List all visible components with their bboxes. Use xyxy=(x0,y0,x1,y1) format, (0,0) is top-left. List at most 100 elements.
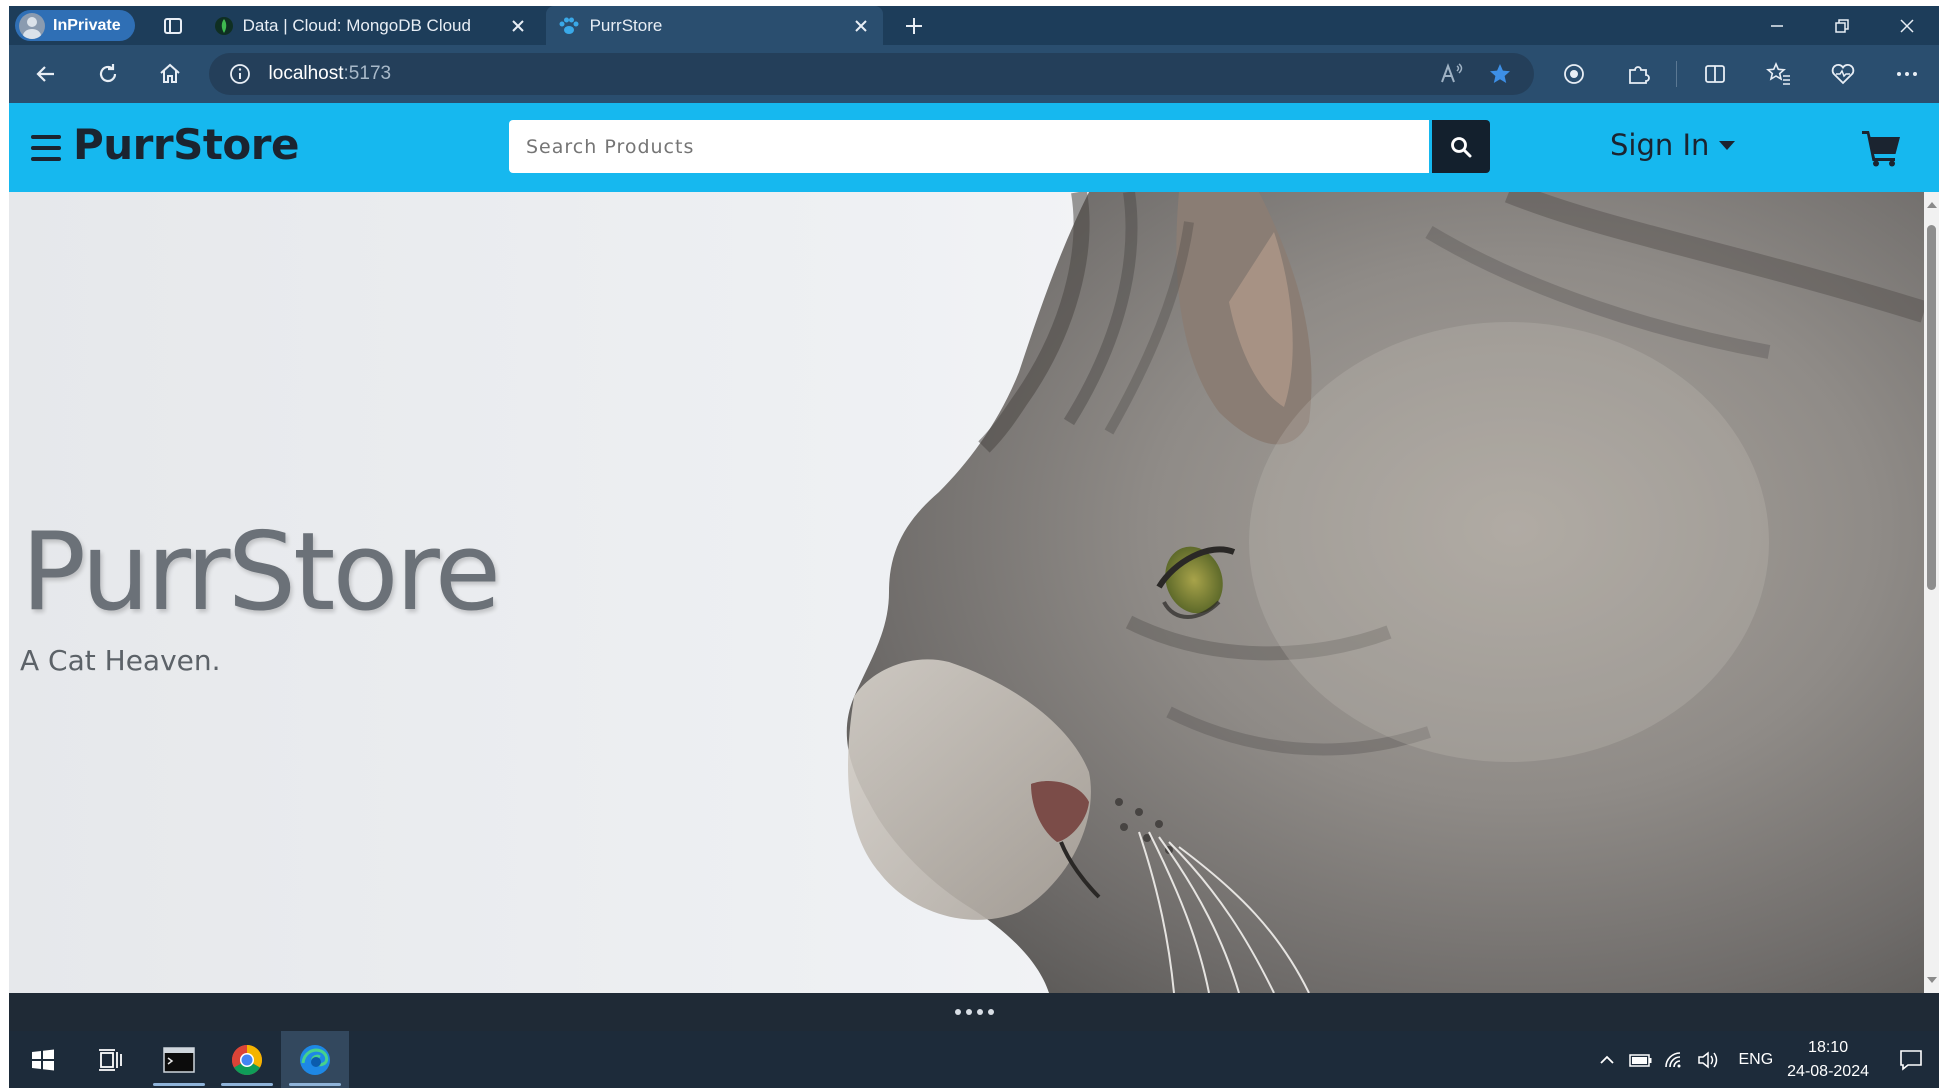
tab-title: Data | Cloud: MongoDB Cloud xyxy=(242,15,471,35)
toolbar-separator xyxy=(1676,61,1677,87)
search-products-input[interactable] xyxy=(509,120,1429,173)
search-icon xyxy=(1451,136,1472,157)
puzzle-icon xyxy=(1629,66,1650,84)
browser-toolbar: localhost:5173 xyxy=(9,45,1939,103)
start-button[interactable] xyxy=(9,1031,77,1088)
heart-pulse-icon xyxy=(1831,63,1855,85)
caret-down-icon xyxy=(1719,140,1736,150)
chrome-icon xyxy=(231,1044,263,1075)
tab-title: PurrStore xyxy=(589,15,663,35)
tab-actions-icon xyxy=(163,17,182,34)
profile-avatar-icon xyxy=(19,12,45,39)
minimize-button[interactable] xyxy=(1744,6,1809,45)
taskbar-clock[interactable]: 18:10 24-08-2024 xyxy=(1787,1036,1869,1084)
taskbar-chrome[interactable] xyxy=(213,1031,281,1088)
taskbar-edge[interactable] xyxy=(281,1031,349,1088)
handle-dot xyxy=(976,1009,983,1015)
tracking-prevention-button[interactable] xyxy=(1542,54,1606,94)
hero-banner: PurrStore A Cat Heaven. xyxy=(9,192,1924,993)
inprivate-label: InPrivate xyxy=(53,16,121,34)
window-controls xyxy=(1744,6,1939,45)
clock-time: 18:10 xyxy=(1808,1038,1849,1056)
clock-date: 24-08-2024 xyxy=(1787,1062,1869,1080)
close-window-button[interactable] xyxy=(1874,6,1939,45)
paw-icon xyxy=(559,17,579,34)
refresh-icon xyxy=(99,64,116,83)
sign-in-label: Sign In xyxy=(1610,128,1710,162)
battery-button[interactable] xyxy=(1624,1052,1658,1068)
url-text[interactable]: localhost:5173 xyxy=(269,63,392,85)
hero-subtitle: A Cat Heaven. xyxy=(20,644,221,677)
page-scrollbar[interactable] xyxy=(1924,192,1939,993)
windows-taskbar: ENG 18:10 24-08-2024 xyxy=(9,1031,1939,1088)
target-icon xyxy=(1564,64,1584,84)
hamburger-line xyxy=(31,157,61,161)
task-view-button[interactable] xyxy=(77,1031,145,1088)
system-tray: ENG 18:10 24-08-2024 xyxy=(1590,1031,1939,1088)
home-icon xyxy=(159,63,180,83)
split-screen-button[interactable] xyxy=(1683,54,1747,94)
close-tab-button[interactable] xyxy=(508,16,528,36)
url-port: :5173 xyxy=(343,63,392,84)
new-tab-button[interactable] xyxy=(895,10,933,41)
back-arrow-icon xyxy=(36,66,54,82)
split-screen-icon xyxy=(1705,65,1725,83)
settings-more-button[interactable] xyxy=(1875,54,1939,94)
more-dots-icon xyxy=(1897,72,1917,76)
site-info-icon[interactable] xyxy=(229,63,251,85)
notification-center-button[interactable] xyxy=(1883,1049,1939,1071)
browser-tab-strip: InPrivate Data | Cloud: MongoDB Cloud Pu… xyxy=(9,6,1939,45)
close-icon xyxy=(1899,18,1914,33)
battery-icon xyxy=(1629,1053,1652,1067)
handle-dot xyxy=(965,1009,972,1015)
tab-mongodb[interactable]: Data | Cloud: MongoDB Cloud xyxy=(203,6,540,45)
terminal-icon xyxy=(163,1046,195,1073)
tab-actions-button[interactable] xyxy=(151,10,195,41)
search-button[interactable] xyxy=(1432,120,1490,173)
scroll-down-arrow-icon[interactable] xyxy=(1927,977,1937,983)
resize-handle-bar[interactable] xyxy=(9,993,1939,1031)
edge-icon xyxy=(300,1044,330,1075)
language-indicator[interactable]: ENG xyxy=(1738,1051,1773,1069)
read-aloud-icon[interactable] xyxy=(1440,63,1464,85)
chevron-up-icon xyxy=(1600,1055,1615,1064)
minimize-icon xyxy=(1770,24,1783,27)
restore-button[interactable] xyxy=(1809,6,1874,45)
volume-button[interactable] xyxy=(1692,1050,1726,1070)
menu-hamburger-icon[interactable] xyxy=(31,135,61,161)
refresh-button[interactable] xyxy=(85,54,131,94)
wifi-button[interactable] xyxy=(1658,1051,1692,1069)
url-host: localhost xyxy=(268,63,344,84)
mongodb-leaf-icon xyxy=(214,16,233,35)
back-button[interactable] xyxy=(23,54,69,94)
web-page: PurrStore Sign In xyxy=(9,103,1939,993)
handle-dot xyxy=(954,1009,961,1015)
taskbar-terminal[interactable] xyxy=(145,1031,213,1088)
site-brand-logo[interactable]: PurrStore xyxy=(73,120,300,169)
hamburger-line xyxy=(31,146,61,150)
close-tab-button[interactable] xyxy=(851,16,871,36)
sign-in-dropdown[interactable]: Sign In xyxy=(1610,128,1736,162)
favorites-button[interactable] xyxy=(1747,54,1811,94)
site-navbar: PurrStore Sign In xyxy=(9,103,1939,192)
plus-icon xyxy=(905,17,922,34)
screen: InPrivate Data | Cloud: MongoDB Cloud Pu… xyxy=(0,0,1947,1088)
shopping-cart-icon[interactable] xyxy=(1861,129,1901,167)
restore-icon xyxy=(1834,18,1849,33)
extensions-button[interactable] xyxy=(1606,54,1670,94)
start-icon xyxy=(32,1049,54,1070)
notification-icon xyxy=(1900,1049,1922,1071)
scroll-up-arrow-icon[interactable] xyxy=(1927,202,1937,208)
tab-purrstore[interactable]: PurrStore xyxy=(545,6,883,45)
scrollbar-thumb[interactable] xyxy=(1927,225,1936,590)
inprivate-profile-button[interactable]: InPrivate xyxy=(15,10,135,41)
browser-essentials-button[interactable] xyxy=(1811,54,1875,94)
volume-icon xyxy=(1698,1050,1718,1069)
favorite-star-icon[interactable] xyxy=(1488,62,1512,86)
hamburger-line xyxy=(31,135,61,139)
address-bar[interactable]: localhost:5173 xyxy=(208,53,1534,95)
handle-dot xyxy=(987,1009,994,1015)
close-icon xyxy=(511,19,524,32)
home-button[interactable] xyxy=(147,54,193,94)
show-hidden-icons-button[interactable] xyxy=(1590,1055,1624,1065)
